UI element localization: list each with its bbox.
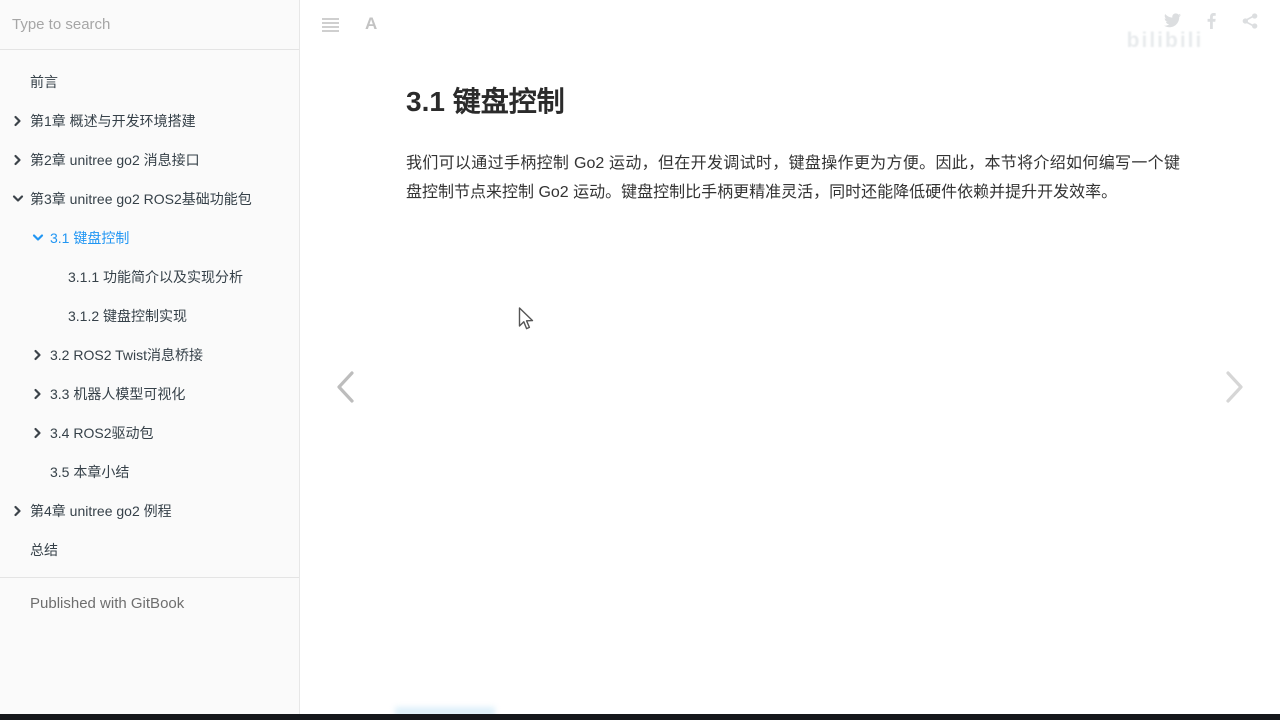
sidebar-item[interactable]: 第3章 unitree go2 ROS2基础功能包 bbox=[0, 179, 299, 218]
sidebar-item-label: 第2章 unitree go2 消息接口 bbox=[30, 151, 200, 168]
facebook-icon[interactable] bbox=[1207, 13, 1216, 29]
sidebar-item-label: 总结 bbox=[30, 541, 58, 558]
sidebar-item[interactable]: 前言 bbox=[0, 62, 299, 101]
page-body: 3.1 键盘控制 我们可以通过手柄控制 Go2 运动，但在开发调试时，键盘操作更… bbox=[301, 50, 1280, 207]
sidebar-item[interactable]: 3.4 ROS2驱动包 bbox=[0, 413, 299, 452]
chevron-right-icon[interactable] bbox=[32, 388, 44, 400]
toolbar: A bbox=[301, 0, 1280, 50]
chevron-right-icon[interactable] bbox=[12, 115, 24, 127]
sidebar-item-label: 3.5 本章小结 bbox=[50, 463, 130, 480]
chevron-down-icon[interactable] bbox=[32, 232, 44, 244]
sidebar-item-label: 3.4 ROS2驱动包 bbox=[50, 424, 154, 441]
sidebar-item-label: 3.2 ROS2 Twist消息桥接 bbox=[50, 346, 204, 363]
sidebar-item[interactable]: 3.2 ROS2 Twist消息桥接 bbox=[0, 335, 299, 374]
share-icon[interactable] bbox=[1242, 13, 1258, 29]
sidebar: 前言第1章 概述与开发环境搭建第2章 unitree go2 消息接口第3章 u… bbox=[0, 0, 300, 714]
share-buttons bbox=[1164, 13, 1258, 29]
sidebar-item[interactable]: 第4章 unitree go2 例程 bbox=[0, 491, 299, 530]
sidebar-item-label: 3.1.2 键盘控制实现 bbox=[68, 307, 188, 324]
sidebar-item[interactable]: 3.5 本章小结 bbox=[0, 452, 299, 491]
search-box bbox=[0, 0, 299, 50]
gitbook-credit-link[interactable]: Published with GitBook bbox=[0, 578, 299, 612]
sidebar-item[interactable]: 3.1 键盘控制 bbox=[0, 218, 299, 257]
sidebar-item[interactable]: 第2章 unitree go2 消息接口 bbox=[0, 140, 299, 179]
sidebar-item[interactable]: 第1章 概述与开发环境搭建 bbox=[0, 101, 299, 140]
page-paragraph: 我们可以通过手柄控制 Go2 运动，但在开发调试时，键盘操作更为方便。因此，本节… bbox=[406, 155, 1180, 201]
chevron-right-icon[interactable] bbox=[12, 505, 24, 517]
font-settings-icon[interactable]: A bbox=[365, 15, 377, 32]
sidebar-nav: 前言第1章 概述与开发环境搭建 第2章 unitree go2 消息接口第3章 u… bbox=[0, 50, 299, 569]
sidebar-item-label: 第4章 unitree go2 例程 bbox=[30, 502, 172, 519]
sidebar-item-label: 3.3 机器人模型可视化 bbox=[50, 385, 186, 402]
twitter-icon[interactable] bbox=[1164, 13, 1181, 29]
sidebar-item-label: 3.1.1 功能简介以及实现分析 bbox=[68, 268, 244, 285]
sidebar-item[interactable]: 3.3 机器人模型可视化 bbox=[0, 374, 299, 413]
sidebar-item[interactable]: 3.1.1 功能简介以及实现分析 bbox=[0, 257, 299, 296]
chevron-right-icon[interactable] bbox=[12, 154, 24, 166]
main-content: A 3.1 键盘控制 我们可以通过手柄控制 Go2 运动，但在开发调试时，键盘操… bbox=[301, 0, 1280, 714]
chevron-right-icon[interactable] bbox=[32, 427, 44, 439]
next-page-arrow[interactable] bbox=[1224, 370, 1245, 409]
sidebar-item[interactable]: 3.1.2 键盘控制实现 bbox=[0, 296, 299, 335]
sidebar-item-label: 第1章 概述与开发环境搭建 bbox=[30, 112, 196, 129]
page-title: 3.1 键盘控制 bbox=[406, 86, 565, 117]
video-player-bar bbox=[0, 714, 1280, 720]
chevron-right-icon[interactable] bbox=[32, 349, 44, 361]
sidebar-item[interactable]: 总结 bbox=[0, 530, 299, 569]
previous-page-arrow[interactable] bbox=[335, 370, 356, 409]
chevron-down-icon[interactable] bbox=[12, 193, 24, 205]
gitbook-page: 前言第1章 概述与开发环境搭建第2章 unitree go2 消息接口第3章 u… bbox=[0, 0, 1280, 720]
menu-icon[interactable] bbox=[322, 18, 339, 34]
sidebar-item-label: 第3章 unitree go2 ROS2基础功能包 bbox=[30, 190, 252, 207]
sidebar-item-label: 3.1 键盘控制 bbox=[50, 229, 130, 246]
sidebar-item-label: 前言 bbox=[30, 73, 58, 90]
search-input[interactable] bbox=[10, 15, 289, 34]
